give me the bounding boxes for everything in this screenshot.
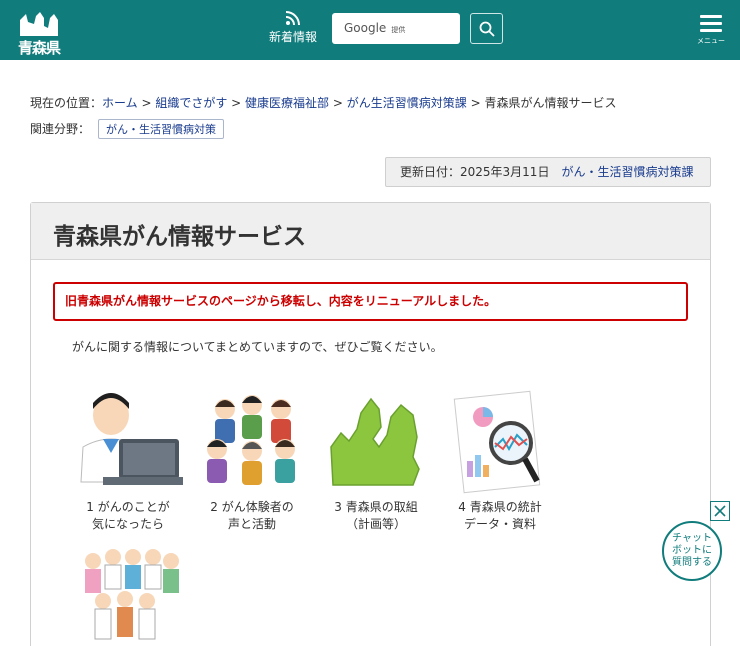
chatbot-button[interactable]: チャット ボットに 質問する bbox=[662, 521, 722, 581]
news-label: 新着情報 bbox=[268, 30, 317, 44]
notice-box: 旧青森県がん情報サービスのページから移転し、内容をリニューアルしました。 bbox=[53, 282, 688, 321]
search-button[interactable] bbox=[470, 13, 503, 44]
aomori-map-icon bbox=[20, 12, 58, 36]
chat-close-button[interactable] bbox=[710, 501, 730, 521]
breadcrumb-organization[interactable]: 組織でさがす bbox=[155, 96, 227, 110]
card-caption: 3 青森県の取組 （計画等） bbox=[334, 500, 418, 531]
menu-button[interactable]: メニュー bbox=[694, 15, 728, 46]
aomori-map-green-icon bbox=[330, 397, 420, 486]
related-label: 関連分野： bbox=[30, 122, 91, 136]
medical-staff-icon bbox=[85, 549, 179, 640]
dept-link[interactable]: がん・生活習慣病対策課 bbox=[561, 165, 693, 179]
site-logo[interactable]: 青森県 bbox=[14, 6, 64, 57]
statistics-magnifier-icon bbox=[453, 390, 541, 494]
close-icon bbox=[714, 505, 726, 517]
search-brand: Google bbox=[344, 21, 387, 35]
card-medical-staff[interactable] bbox=[73, 543, 183, 646]
card-statistics[interactable]: 4 青森県の統計 データ・資料 bbox=[445, 387, 555, 533]
doctor-laptop-icon bbox=[80, 393, 183, 485]
card-about-cancer[interactable]: 1 がんのことが 気になったら bbox=[73, 387, 183, 533]
related-fields: 関連分野： がん・生活習慣病対策 bbox=[30, 119, 225, 139]
hamburger-icon bbox=[700, 15, 722, 18]
search-input[interactable]: Google 提供 bbox=[332, 13, 460, 44]
card-caption: 1 がんのことが 気になったら bbox=[86, 500, 170, 531]
rss-icon bbox=[285, 11, 300, 26]
card-survivor-voices[interactable]: 2 がん体験者の 声と活動 bbox=[197, 387, 307, 533]
support-group-icon bbox=[207, 395, 295, 485]
card-caption: 2 がん体験者の 声と活動 bbox=[210, 500, 294, 531]
intro-text: がんに関する情報についてまとめていますので、ぜひご覧ください。 bbox=[72, 340, 443, 354]
search-suffix: 提供 bbox=[391, 26, 406, 34]
news-link[interactable]: 新着情報 bbox=[262, 10, 324, 45]
breadcrumb-home[interactable]: ホーム bbox=[102, 96, 138, 110]
breadcrumb: 現在の位置：ホーム > 組織でさがす > 健康医療福祉部 > がん生活習慣病対策… bbox=[30, 96, 617, 110]
card-prefecture-initiatives[interactable]: 3 青森県の取組 （計画等） bbox=[321, 387, 431, 533]
breadcrumb-health-dept[interactable]: 健康医療福祉部 bbox=[245, 96, 329, 110]
related-tag[interactable]: がん・生活習慣病対策 bbox=[98, 119, 225, 139]
page-title: 青森県がん情報サービス bbox=[53, 224, 306, 250]
search-icon bbox=[479, 21, 495, 37]
menu-label: メニュー bbox=[697, 37, 725, 45]
site-header: 青森県 新着情報 Google 提供 メニュー bbox=[0, 0, 740, 60]
updated-date: 更新日付：2025年3月11日 bbox=[400, 165, 550, 179]
update-info: 更新日付：2025年3月11日 がん・生活習慣病対策課 bbox=[385, 157, 711, 187]
breadcrumb-cancer-division[interactable]: がん生活習慣病対策課 bbox=[347, 96, 467, 110]
card-caption: 4 青森県の統計 データ・資料 bbox=[458, 500, 542, 531]
breadcrumb-current: 青森県がん情報サービス bbox=[484, 96, 617, 110]
content-panel: 青森県がん情報サービス 旧青森県がん情報サービスのページから移転し、内容をリニュ… bbox=[30, 202, 711, 646]
